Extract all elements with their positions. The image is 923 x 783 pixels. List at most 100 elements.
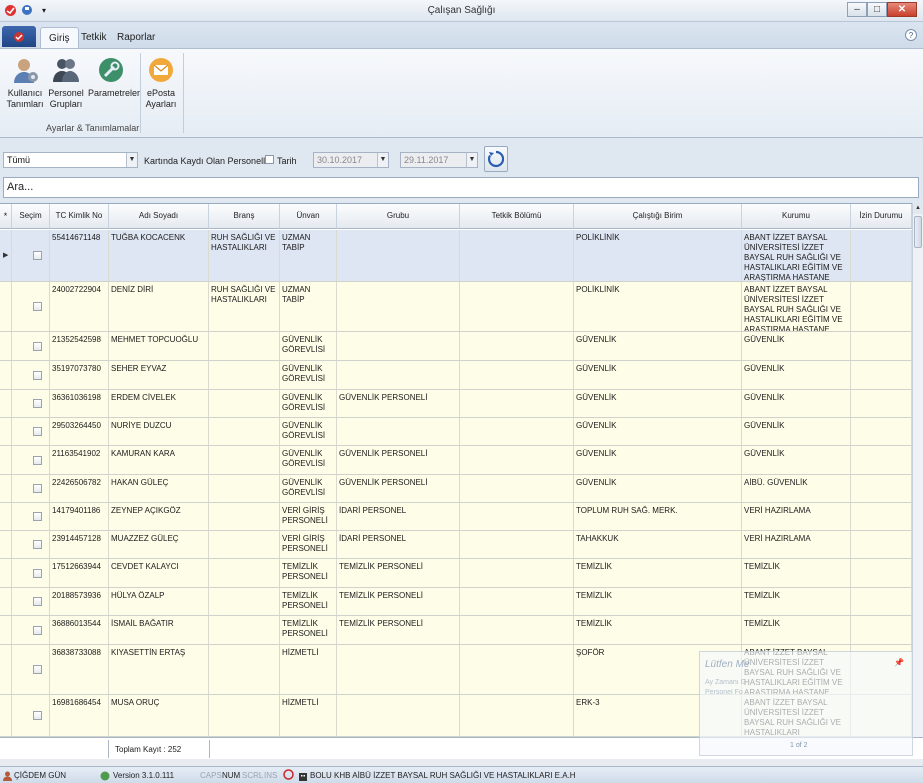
row-checkbox[interactable] bbox=[33, 341, 42, 351]
row-checkbox[interactable] bbox=[33, 512, 42, 521]
cell-kurum[interactable]: ABANT İZZET BAYSAL ÜNİVERSİTESİ İZZET BA… bbox=[742, 282, 851, 331]
header-tc[interactable]: TC Kimlik No bbox=[50, 204, 109, 229]
cell-unvan[interactable]: UZMAN TABİP bbox=[280, 282, 337, 331]
cell-tetkik[interactable] bbox=[460, 531, 574, 558]
row-checkbox[interactable] bbox=[33, 711, 42, 720]
header-ad[interactable]: Adı Soyadı bbox=[109, 204, 209, 229]
date-checkbox[interactable] bbox=[265, 155, 274, 164]
application-menu-button[interactable] bbox=[2, 26, 36, 47]
cell-ad[interactable]: ZEYNEP AÇIKGÖZ bbox=[109, 503, 209, 530]
cell-unvan[interactable]: GÜVENLİK GÖREVLİSİ bbox=[280, 475, 337, 502]
cell-tetkik[interactable] bbox=[460, 361, 574, 389]
maximize-button[interactable]: □ bbox=[867, 2, 887, 17]
row-checkbox[interactable] bbox=[33, 302, 42, 311]
notification-pager[interactable]: 1 of 2 bbox=[790, 742, 808, 749]
cell-tetkik[interactable] bbox=[460, 645, 574, 694]
cell-izin[interactable] bbox=[851, 418, 912, 445]
cell-grubu[interactable]: GÜVENLİK PERSONELİ bbox=[337, 446, 460, 474]
cell-kurum[interactable]: GÜVENLİK bbox=[742, 361, 851, 389]
row-checkbox[interactable] bbox=[33, 427, 42, 436]
cell-kurum[interactable]: ABANT İZZET BAYSAL ÜNİVERSİTESİ İZZET BA… bbox=[742, 230, 851, 281]
scroll-thumb[interactable] bbox=[914, 216, 922, 248]
cell-grubu[interactable]: TEMİZLİK PERSONELİ bbox=[337, 616, 460, 644]
cell-tetkik[interactable] bbox=[460, 332, 574, 360]
notification-popup[interactable]: Lütfen Me 📌 Ay Zamanı G Personel Fo 1 of… bbox=[699, 651, 913, 756]
cell-unvan[interactable]: VERİ GİRİŞ PERSONELİ bbox=[280, 503, 337, 530]
pin-icon[interactable]: 📌 bbox=[894, 658, 904, 667]
cell-unvan[interactable]: TEMİZLİK PERSONELİ bbox=[280, 588, 337, 615]
cell-birim[interactable]: GÜVENLİK bbox=[574, 361, 742, 389]
cell-tc[interactable]: 20188573936 bbox=[50, 588, 109, 615]
cell-brans[interactable] bbox=[209, 446, 280, 474]
cell-izin[interactable] bbox=[851, 390, 912, 417]
cell-ad[interactable]: SEHER EYVAZ bbox=[109, 361, 209, 389]
cell-tc[interactable]: 23914457128 bbox=[50, 531, 109, 558]
header-izin[interactable]: İzin Durumu bbox=[851, 204, 912, 229]
scroll-up-icon[interactable]: ▲ bbox=[913, 203, 923, 214]
cell-ad[interactable]: MUAZZEZ GÜLEÇ bbox=[109, 531, 209, 558]
table-row[interactable]: 20188573936 HÜLYA ÖZALP TEMİZLİK PERSONELİ… bbox=[0, 588, 912, 616]
cell-kurum[interactable]: VERİ HAZIRLAMA bbox=[742, 531, 851, 558]
cell-kurum[interactable]: GÜVENLİK bbox=[742, 446, 851, 474]
cell-unvan[interactable]: HİZMETLİ bbox=[280, 695, 337, 736]
cell-brans[interactable] bbox=[209, 695, 280, 736]
row-checkbox[interactable] bbox=[33, 399, 42, 408]
cell-tc[interactable]: 36838733088 bbox=[50, 645, 109, 694]
cell-ad[interactable]: HAKAN GÜLEÇ bbox=[109, 475, 209, 502]
cell-tc[interactable]: 24002722904 bbox=[50, 282, 109, 331]
cell-tc[interactable]: 36361036198 bbox=[50, 390, 109, 417]
personel-gruplari-button[interactable]: Personel Grupları bbox=[43, 55, 89, 110]
cell-unvan[interactable]: TEMİZLİK PERSONELİ bbox=[280, 616, 337, 644]
cell-tc[interactable]: 14179401186 bbox=[50, 503, 109, 530]
cell-birim[interactable]: GÜVENLİK bbox=[574, 446, 742, 474]
row-checkbox[interactable] bbox=[33, 597, 42, 606]
cell-izin[interactable] bbox=[851, 282, 912, 331]
cell-birim[interactable]: TEMİZLİK bbox=[574, 616, 742, 644]
cell-grubu[interactable] bbox=[337, 282, 460, 331]
header-secim[interactable]: Seçim bbox=[12, 204, 50, 229]
cell-brans[interactable] bbox=[209, 390, 280, 417]
header-kurum[interactable]: Kurumu bbox=[742, 204, 851, 229]
cell-ad[interactable]: DENİZ DİRİ bbox=[109, 282, 209, 331]
table-row[interactable]: 36361036198 ERDEM CİVELEK GÜVENLİK GÖREVLİ… bbox=[0, 390, 912, 418]
row-checkbox[interactable] bbox=[33, 370, 42, 380]
cell-tetkik[interactable] bbox=[460, 446, 574, 474]
cell-birim[interactable]: GÜVENLİK bbox=[574, 332, 742, 360]
cell-brans[interactable] bbox=[209, 475, 280, 502]
table-row[interactable]: 36886013544 İSMAİL BAĞATIR TEMİZLİK PERSON… bbox=[0, 616, 912, 645]
cell-birim[interactable]: POLİKLİNİK bbox=[574, 282, 742, 331]
table-row[interactable]: 35197073780 SEHER EYVAZ GÜVENLİK GÖREVLİSİ… bbox=[0, 361, 912, 390]
cell-brans[interactable] bbox=[209, 332, 280, 360]
eposta-ayarlari-button[interactable]: ePosta Ayarları bbox=[138, 55, 184, 110]
cell-ad[interactable]: ERDEM CİVELEK bbox=[109, 390, 209, 417]
help-icon[interactable]: ? bbox=[905, 29, 917, 41]
cell-grubu[interactable]: TEMİZLİK PERSONELİ bbox=[337, 559, 460, 587]
cell-unvan[interactable]: GÜVENLİK GÖREVLİSİ bbox=[280, 361, 337, 389]
table-row[interactable]: 21352542598 MEHMET TOPCUOĞLU GÜVENLİK GÖRE… bbox=[0, 332, 912, 361]
cell-brans[interactable] bbox=[209, 616, 280, 644]
row-checkbox[interactable] bbox=[33, 568, 42, 578]
cell-birim[interactable]: TAHAKKUK bbox=[574, 531, 742, 558]
cell-kurum[interactable]: TEMİZLİK bbox=[742, 616, 851, 644]
cell-brans[interactable] bbox=[209, 645, 280, 694]
cell-brans[interactable] bbox=[209, 588, 280, 615]
cell-tc[interactable]: 22426506782 bbox=[50, 475, 109, 502]
cell-tetkik[interactable] bbox=[460, 616, 574, 644]
cell-birim[interactable]: GÜVENLİK bbox=[574, 475, 742, 502]
cell-brans[interactable]: RUH SAĞLIĞI VE HASTALIKLARI bbox=[209, 230, 280, 281]
chevron-down-icon[interactable]: ▼ bbox=[377, 153, 388, 167]
cell-kurum[interactable]: GÜVENLİK bbox=[742, 332, 851, 360]
cell-tc[interactable]: 35197073780 bbox=[50, 361, 109, 389]
cell-tetkik[interactable] bbox=[460, 230, 574, 281]
date-from-field[interactable]: 30.10.2017 ▼ bbox=[313, 152, 389, 168]
chevron-down-icon[interactable]: ▼ bbox=[126, 153, 137, 167]
header-brans[interactable]: Branş bbox=[209, 204, 280, 229]
cell-ad[interactable]: HÜLYA ÖZALP bbox=[109, 588, 209, 615]
cell-birim[interactable]: GÜVENLİK bbox=[574, 390, 742, 417]
cell-tetkik[interactable] bbox=[460, 475, 574, 502]
cell-tc[interactable]: 55414671148 bbox=[50, 230, 109, 281]
header-birim[interactable]: Çalıştığı Birim bbox=[574, 204, 742, 229]
cell-grubu[interactable]: GÜVENLİK PERSONELİ bbox=[337, 475, 460, 502]
cell-kurum[interactable]: AİBÜ. GÜVENLİK bbox=[742, 475, 851, 502]
cell-tc[interactable]: 17512663944 bbox=[50, 559, 109, 587]
